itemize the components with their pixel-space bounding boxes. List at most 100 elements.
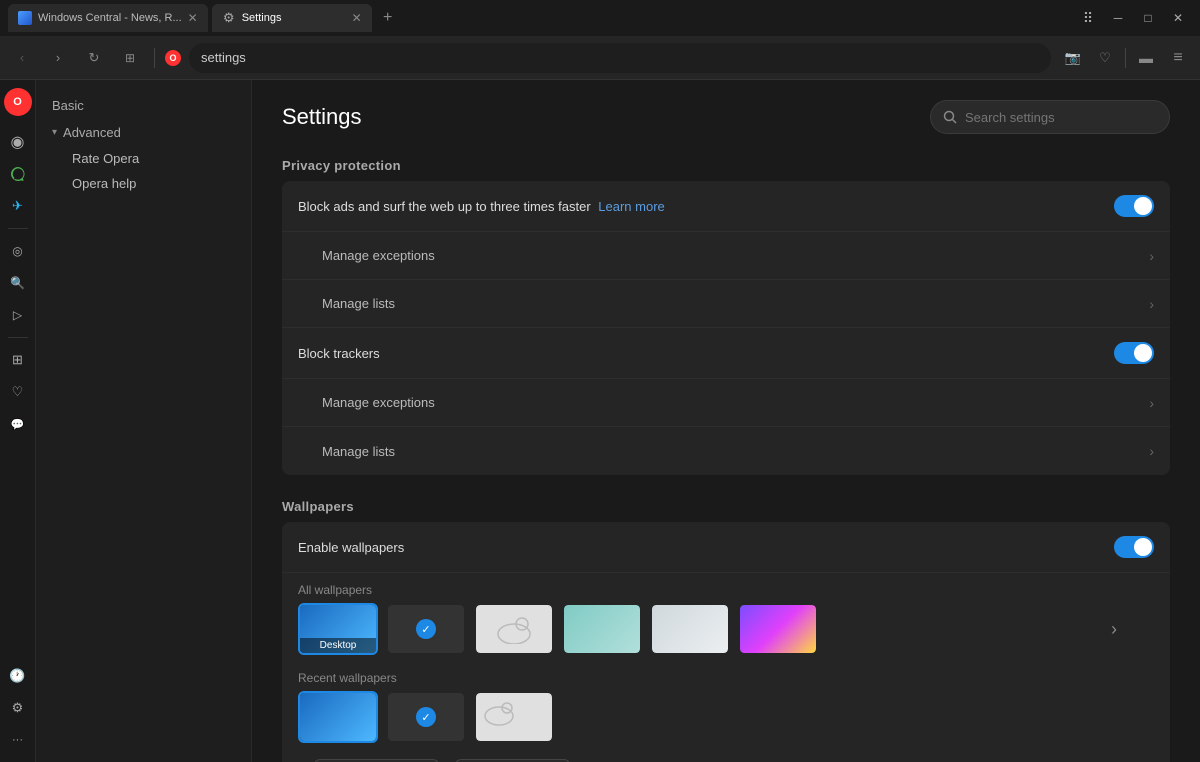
- sidebar-item-messages[interactable]: 💬: [4, 410, 32, 438]
- tab-settings-label: Settings: [242, 12, 282, 24]
- address-text: settings: [201, 50, 246, 65]
- sidebar-item-feed[interactable]: ▷: [4, 301, 32, 329]
- nav-divider-1: [154, 48, 155, 68]
- tab-news[interactable]: Windows Central - News, R... ✕: [8, 4, 208, 32]
- tab-area: Windows Central - News, R... ✕ ⚙ Setting…: [8, 4, 1070, 32]
- minimize-button[interactable]: ─: [1104, 8, 1132, 28]
- block-trackers-toggle[interactable]: [1114, 342, 1154, 364]
- camera-button[interactable]: 📷: [1059, 44, 1087, 72]
- settings-content: Settings Privacy protection Block ads an…: [252, 80, 1200, 762]
- wallpapers-card: Enable wallpapers All wallpapers Desktop…: [282, 522, 1170, 762]
- menu-button[interactable]: ≡: [1164, 44, 1192, 72]
- enable-wallpapers-label: Enable wallpapers: [298, 540, 1114, 555]
- tab-news-close[interactable]: ✕: [188, 11, 198, 25]
- recent-wallpaper-2[interactable]: ✓: [386, 691, 466, 743]
- manage-lists-1-row[interactable]: Manage lists ›: [282, 280, 1170, 328]
- sidebar-item-history[interactable]: 🕐: [4, 662, 32, 690]
- sidebar-item-ai[interactable]: ◎: [4, 237, 32, 265]
- block-ads-row: Block ads and surf the web up to three t…: [282, 181, 1170, 232]
- sidebar-item-telegram[interactable]: ✈: [4, 192, 32, 220]
- wallpaper-light[interactable]: [474, 603, 554, 655]
- heart-button[interactable]: ♡: [1091, 44, 1119, 72]
- wallpapers-more-button[interactable]: ›: [1074, 603, 1154, 655]
- search-settings-container[interactable]: [930, 100, 1170, 134]
- address-bar[interactable]: settings: [189, 43, 1051, 73]
- sidebar-item-search[interactable]: 🔍: [4, 269, 32, 297]
- sidebar-item-more[interactable]: ···: [4, 726, 32, 754]
- wallpaper-dark[interactable]: ✓: [386, 603, 466, 655]
- tab-settings-close[interactable]: ✕: [352, 11, 362, 25]
- sidebar-basic-label: Basic: [52, 98, 84, 113]
- forward-button[interactable]: ›: [44, 44, 72, 72]
- wallpapers-section-title: Wallpapers: [252, 491, 1200, 522]
- sidebar-icons: O ◉ ✈ ◎ 🔍 ▷ ⊞ ♡ 💬 🕐 ⚙ ···: [0, 80, 36, 762]
- wallpaper-gray-thumb: [652, 605, 728, 653]
- manage-lists-2-label: Manage lists: [322, 444, 1149, 459]
- back-button[interactable]: ‹: [8, 44, 36, 72]
- tab-settings[interactable]: ⚙ Settings ✕: [212, 4, 372, 32]
- tab-news-label: Windows Central - News, R...: [38, 12, 182, 24]
- main-layout: O ◉ ✈ ◎ 🔍 ▷ ⊞ ♡ 💬 🕐 ⚙ ··· Basic ▾ Advanc…: [0, 80, 1200, 762]
- manage-exceptions-1-chevron: ›: [1149, 248, 1154, 264]
- manage-lists-2-chevron: ›: [1149, 443, 1154, 459]
- sidebar-item-news[interactable]: ◉: [4, 128, 32, 156]
- manage-exceptions-1-row[interactable]: Manage exceptions ›: [282, 232, 1170, 280]
- nav-divider-2: [1125, 48, 1126, 68]
- sidebar-item-pinboard[interactable]: ♡: [4, 378, 32, 406]
- wallpaper-dark-check: ✓: [416, 619, 436, 639]
- tab-news-favicon: [18, 11, 32, 25]
- wallpaper-purple-thumb: [740, 605, 816, 653]
- wallpaper-desktop[interactable]: Desktop: [298, 603, 378, 655]
- maximize-button[interactable]: □: [1134, 8, 1162, 28]
- manage-lists-1-label: Manage lists: [322, 296, 1149, 311]
- manage-exceptions-2-label: Manage exceptions: [322, 395, 1149, 410]
- block-ads-toggle[interactable]: [1114, 195, 1154, 217]
- block-ads-label: Block ads and surf the web up to three t…: [298, 199, 1114, 214]
- battery-button[interactable]: ▬: [1132, 44, 1160, 72]
- wallpaper-teal[interactable]: [562, 603, 642, 655]
- manage-lists-1-chevron: ›: [1149, 296, 1154, 312]
- enable-wallpapers-toggle[interactable]: [1114, 536, 1154, 558]
- recent-wallpapers-label: Recent wallpapers: [282, 661, 1170, 691]
- opera-logo: O: [165, 50, 181, 66]
- manage-exceptions-2-chevron: ›: [1149, 395, 1154, 411]
- tabs-grid-button[interactable]: ⊞: [116, 44, 144, 72]
- sidebar-link-opera-help[interactable]: Opera help: [36, 171, 251, 196]
- sidebar-item-settings[interactable]: ⚙: [4, 694, 32, 722]
- manage-exceptions-2-row[interactable]: Manage exceptions ›: [282, 379, 1170, 427]
- sidebar-item-whatsapp[interactable]: [4, 160, 32, 188]
- wallpaper-teal-thumb: [564, 605, 640, 653]
- search-settings-input[interactable]: [965, 110, 1145, 125]
- sidebar-advanced-header[interactable]: ▾ Advanced: [36, 119, 251, 146]
- wallpaper-purple[interactable]: [738, 603, 818, 655]
- wallpaper-gray[interactable]: [650, 603, 730, 655]
- wallpapers-grid: Desktop ✓: [298, 603, 1074, 655]
- recent-wallpaper-3-thumb: [476, 693, 552, 741]
- recent-wallpaper-1-thumb: [300, 693, 376, 741]
- nav-right-icons: 📷 ♡ ▬ ≡: [1059, 44, 1192, 72]
- reload-button[interactable]: ↻: [80, 44, 108, 72]
- block-trackers-row: Block trackers: [282, 328, 1170, 379]
- wallpaper-desktop-label: Desktop: [300, 638, 376, 653]
- close-button[interactable]: ✕: [1164, 8, 1192, 28]
- page-title: Settings: [282, 104, 362, 130]
- recent-wallpaper-1[interactable]: [298, 691, 378, 743]
- learn-more-link[interactable]: Learn more: [598, 199, 664, 214]
- recent-wallpapers-grid: ✓: [282, 691, 1170, 753]
- sidebar-basic-header[interactable]: Basic: [36, 92, 251, 119]
- manage-exceptions-1-label: Manage exceptions: [322, 248, 1149, 263]
- manage-lists-2-row[interactable]: Manage lists ›: [282, 427, 1170, 475]
- recent-wallpaper-3[interactable]: [474, 691, 554, 743]
- privacy-section-title: Privacy protection: [252, 150, 1200, 181]
- block-trackers-label: Block trackers: [298, 346, 1114, 361]
- enable-wallpapers-row: Enable wallpapers: [282, 522, 1170, 573]
- sidebar-toggle-button[interactable]: ⠿: [1074, 8, 1102, 28]
- new-tab-button[interactable]: +: [376, 6, 400, 30]
- settings-header: Settings: [252, 80, 1200, 150]
- sidebar-link-rate-opera[interactable]: Rate Opera: [36, 146, 251, 171]
- all-wallpapers-label: All wallpapers: [282, 573, 1170, 603]
- wallpaper-actions: + Add a wallpaper Set as wallpaper: [282, 753, 1170, 762]
- sidebar-divider-1: [8, 228, 28, 229]
- sidebar-item-apps[interactable]: ⊞: [4, 346, 32, 374]
- sidebar-divider-2: [8, 337, 28, 338]
